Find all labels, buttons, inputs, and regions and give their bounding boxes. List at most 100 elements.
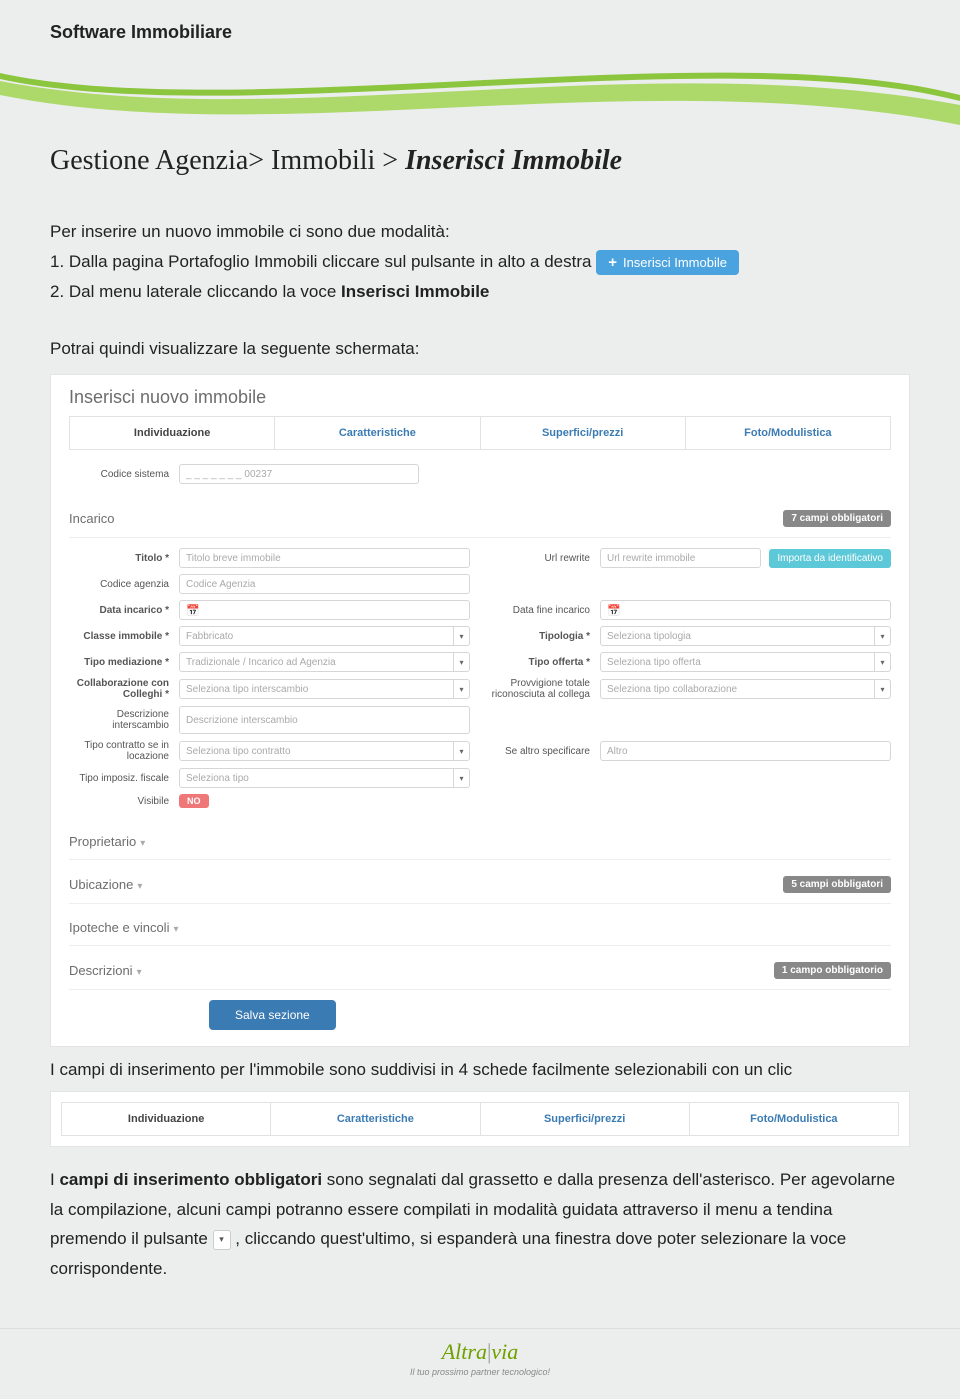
calendar-icon: 📅 [186, 604, 200, 617]
collaborazione-label: Collaborazione con Colleghi * [69, 678, 169, 700]
se-altro-field[interactable]: Altro [600, 741, 891, 761]
section-incarico-title: Incarico [69, 511, 115, 526]
final-p1b: campi di inserimento obbligatori [59, 1170, 322, 1189]
toggle-no-badge: NO [179, 794, 209, 808]
visibile-label: Visibile [69, 796, 169, 807]
step2-bold: Inserisci Immobile [341, 282, 489, 301]
descrizioni-required-badge: 1 campo obbligatorio [774, 962, 891, 979]
descrizione-interscambio-label: Descrizione interscambio [69, 709, 169, 731]
descrizione-interscambio-field[interactable]: Descrizione interscambio [179, 706, 470, 734]
tab-individuazione[interactable]: Individuazione [69, 417, 274, 449]
final-paragraph: I campi di inserimento obbligatori sono … [50, 1165, 910, 1284]
section-ipoteche-title: Ipoteche e vincoli [69, 920, 169, 935]
insert-button-label: Inserisci Immobile [623, 255, 727, 270]
classe-immobile-select[interactable]: Fabbricato▾ [179, 626, 470, 646]
chevron-down-icon: ▾ [453, 680, 469, 698]
provvigione-select[interactable]: Seleziona tipo collaborazione▾ [600, 679, 891, 699]
ubicazione-required-badge: 5 campi obbligatori [783, 876, 891, 893]
chevron-down-icon: ▾ [140, 838, 145, 849]
save-section-button[interactable]: Salva sezione [209, 1000, 336, 1030]
chevron-down-icon: ▾ [874, 680, 890, 698]
tab-caratteristiche[interactable]: Caratteristiche [274, 417, 479, 449]
page: Software Immobiliare Gestione Agenzia> I… [0, 0, 960, 1399]
section-ubicazione[interactable]: Ubicazione ▾ 5 campi obbligatori [69, 866, 891, 904]
doc-header: Software Immobiliare [0, 0, 960, 55]
tab2-individuazione[interactable]: Individuazione [61, 1103, 270, 1135]
tipo-offerta-label: Tipo offerta * [480, 657, 590, 668]
header-title: Software Immobiliare [50, 22, 232, 42]
after-shot-text: I campi di inserimento per l'immobile so… [50, 1055, 910, 1085]
classe-immobile-label: Classe immobile * [69, 631, 169, 642]
tipologia-label: Tipologia * [480, 631, 590, 642]
tipo-mediazione-select[interactable]: Tradizionale / Incarico ad Agenzia▾ [179, 652, 470, 672]
section-ipoteche[interactable]: Ipoteche e vincoli▾ [69, 910, 891, 946]
data-incarico-field[interactable]: 📅 [179, 600, 470, 620]
import-identificativo-button[interactable]: Importa da identificativo [769, 549, 891, 568]
codice-sistema-label: Codice sistema [69, 469, 169, 480]
collaborazione-select[interactable]: Seleziona tipo interscambio▾ [179, 679, 470, 699]
plus-icon: + [608, 255, 617, 270]
tipo-mediazione-label: Tipo mediazione * [69, 657, 169, 668]
chevron-down-icon: ▾ [453, 653, 469, 671]
incarico-required-badge: 7 campi obbligatori [783, 510, 891, 527]
chevron-down-icon: ▾ [453, 769, 469, 787]
chevron-down-icon: ▾ [874, 653, 890, 671]
codice-sistema-field[interactable]: _ _ _ _ _ _ _ 00237 [179, 464, 419, 484]
section-descrizioni[interactable]: Descrizioni ▾ 1 campo obbligatorio [69, 952, 891, 990]
calendar-icon: 📅 [607, 604, 621, 617]
content: Gestione Agenzia> Immobili > Inserisci I… [0, 145, 960, 1314]
chevron-down-icon: ▾ [137, 967, 142, 978]
tabs-illustration: Individuazione Caratteristiche Superfici… [50, 1091, 910, 1147]
tipo-imposizione-select[interactable]: Seleziona tipo▾ [179, 768, 470, 788]
insert-immobile-button[interactable]: + Inserisci Immobile [596, 250, 739, 275]
incarico-form: Titolo * Titolo breve immobile Url rewri… [69, 538, 891, 818]
footer-brand: Altra|via [0, 1339, 960, 1365]
data-fine-field[interactable]: 📅 [600, 600, 891, 620]
codice-agenzia-label: Codice agenzia [69, 579, 169, 590]
tab2-foto-modulistica[interactable]: Foto/Modulistica [689, 1103, 898, 1135]
breadcrumb-path: Gestione Agenzia> Immobili > [50, 145, 405, 176]
section-ubicazione-title: Ubicazione [69, 877, 133, 892]
header-wave [0, 55, 960, 125]
tab2-caratteristiche[interactable]: Caratteristiche [270, 1103, 479, 1135]
footer-tagline: Il tuo prossimo partner tecnologico! [0, 1367, 960, 1377]
tab-superfici-prezzi[interactable]: Superfici/prezzi [480, 417, 685, 449]
breadcrumb-current: Inserisci Immobile [405, 145, 622, 176]
se-altro-label: Se altro specificare [480, 746, 590, 757]
url-field[interactable]: Url rewrite immobile [600, 548, 761, 568]
visibile-toggle[interactable]: NO [179, 794, 470, 808]
step2-text: 2. Dal menu laterale cliccando la voce [50, 282, 341, 301]
section-proprietario[interactable]: Proprietario ▾ [69, 824, 891, 860]
step-2: 2. Dal menu laterale cliccando la voce I… [50, 277, 910, 307]
url-label: Url rewrite [480, 553, 590, 564]
tipo-contratto-select[interactable]: Seleziona tipo contratto▾ [179, 741, 470, 761]
codice-agenzia-field[interactable]: Codice Agenzia [179, 574, 470, 594]
screenshot-panel: Inserisci nuovo immobile Individuazione … [50, 374, 910, 1047]
tab2-superfici-prezzi[interactable]: Superfici/prezzi [480, 1103, 689, 1135]
step1-text: 1. Dalla pagina Portafoglio Immobili cli… [50, 252, 596, 271]
dropdown-button-icon: ▾ [213, 1230, 231, 1250]
chevron-down-icon: ▾ [874, 627, 890, 645]
chevron-down-icon: ▾ [453, 742, 469, 760]
step-1: 1. Dalla pagina Portafoglio Immobili cli… [50, 247, 910, 277]
chevron-down-icon: ▾ [453, 627, 469, 645]
tipologia-select[interactable]: Seleziona tipologia▾ [600, 626, 891, 646]
tipo-offerta-select[interactable]: Seleziona tipo offerta▾ [600, 652, 891, 672]
tab-foto-modulistica[interactable]: Foto/Modulistica [685, 417, 890, 449]
data-incarico-label: Data incarico * [69, 605, 169, 616]
titolo-label: Titolo * [69, 553, 169, 564]
tipo-imposizione-label: Tipo imposiz. fiscale [69, 773, 169, 784]
section-descrizioni-title: Descrizioni [69, 963, 133, 978]
tab-row: Individuazione Caratteristiche Superfici… [69, 416, 891, 450]
section-proprietario-title: Proprietario [69, 834, 136, 849]
chevron-down-icon: ▾ [137, 881, 142, 892]
intro-line: Per inserire un nuovo immobile ci sono d… [50, 217, 910, 247]
intro-block: Per inserire un nuovo immobile ci sono d… [50, 217, 910, 306]
tipo-contratto-label: Tipo contratto se in locazione [69, 740, 169, 762]
data-fine-label: Data fine incarico [480, 605, 590, 616]
brand-part-a: Altra [442, 1339, 487, 1364]
section-incarico: Incarico 7 campi obbligatori [69, 500, 891, 538]
titolo-field[interactable]: Titolo breve immobile [179, 548, 470, 568]
provvigione-label: Provvigione totale riconosciuta al colle… [480, 678, 590, 700]
footer: Altra|via Il tuo prossimo partner tecnol… [0, 1328, 960, 1399]
